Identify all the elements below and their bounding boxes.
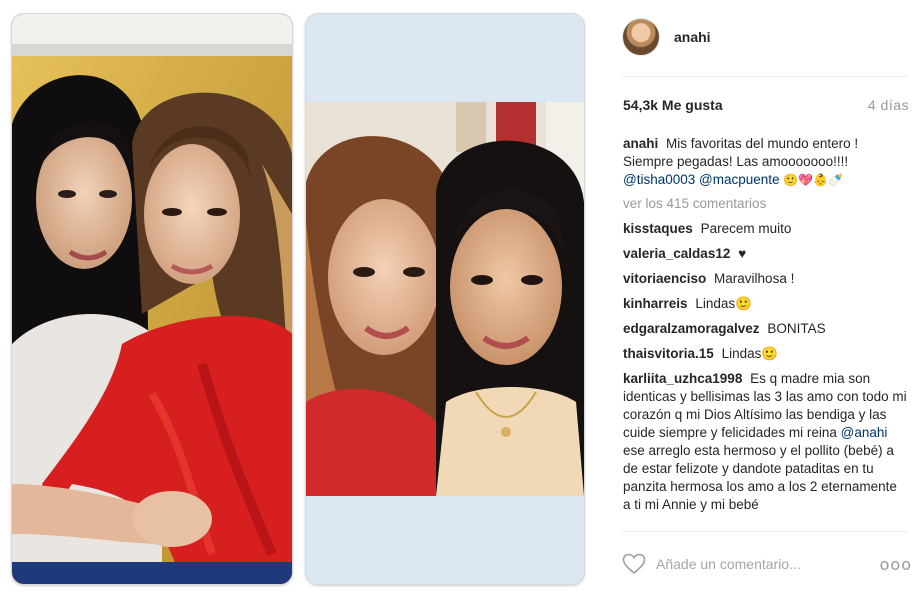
caption: anahi Mis favoritas del mundo entero ! S… bbox=[623, 135, 908, 189]
author-username[interactable]: anahi bbox=[674, 29, 711, 45]
avatar[interactable] bbox=[622, 18, 660, 56]
comment-text: BONITAS bbox=[767, 321, 826, 336]
caption-mention-2[interactable]: @macpuente bbox=[699, 172, 780, 187]
comment-text: Lindas🙂 bbox=[721, 346, 779, 361]
caption-emoji: 🙂💖👶🍼 bbox=[783, 173, 844, 187]
comment-text-continued: ese arreglo esta hermoso y el pollito (b… bbox=[623, 443, 897, 512]
caption-text: Mis favoritas del mundo entero ! Siempre… bbox=[623, 136, 859, 169]
comment-username[interactable]: kisstaques bbox=[623, 221, 693, 236]
post-stats: 54,3k Me gusta 4 días bbox=[623, 97, 909, 113]
add-comment-bar: ooo bbox=[622, 548, 912, 580]
comment-item: kinharreis Lindas🙂 bbox=[623, 295, 908, 313]
comment-text: Parecem muito bbox=[700, 221, 792, 236]
post-header: anahi bbox=[622, 18, 908, 56]
comment-username[interactable]: thaisvitoria.15 bbox=[623, 346, 714, 361]
comment-item: thaisvitoria.15 Lindas🙂 bbox=[623, 345, 908, 363]
footer-divider bbox=[622, 531, 908, 532]
comments-list: anahi Mis favoritas del mundo entero ! S… bbox=[623, 135, 908, 514]
comment-item: valeria_caldas12 ♥ bbox=[623, 245, 908, 263]
comment-text: ♥ bbox=[738, 246, 747, 261]
comment-username[interactable]: kinharreis bbox=[623, 296, 688, 311]
comment-mention[interactable]: @anahi bbox=[841, 425, 888, 440]
likes-count[interactable]: 54,3k Me gusta bbox=[623, 97, 723, 113]
heart-outline-icon[interactable] bbox=[622, 553, 646, 575]
comment-username[interactable]: vitoriaenciso bbox=[623, 271, 706, 286]
comment-item-long: karliita_uzhca1998 Es q madre mia son id… bbox=[623, 370, 908, 514]
post-media[interactable] bbox=[0, 0, 600, 598]
post-panel: anahi 54,3k Me gusta 4 días anahi Mis fa… bbox=[600, 0, 916, 598]
comment-text: Maravilhosa ! bbox=[714, 271, 795, 286]
comment-input[interactable] bbox=[656, 556, 866, 572]
photo-left-image bbox=[12, 14, 292, 584]
post-age[interactable]: 4 días bbox=[868, 97, 909, 113]
header-divider bbox=[622, 76, 908, 77]
comment-item: kisstaques Parecem muito bbox=[623, 220, 908, 238]
photo-left bbox=[12, 14, 292, 584]
photo-right-image bbox=[306, 102, 584, 496]
caption-username[interactable]: anahi bbox=[623, 136, 658, 151]
comment-item: edgaralzamoragalvez BONITAS bbox=[623, 320, 908, 338]
photo-right bbox=[306, 14, 584, 584]
comment-item: vitoriaenciso Maravilhosa ! bbox=[623, 270, 908, 288]
comment-username[interactable]: valeria_caldas12 bbox=[623, 246, 730, 261]
load-more-comments[interactable]: ver los 415 comentarios bbox=[623, 195, 908, 213]
comment-username[interactable]: karliita_uzhca1998 bbox=[623, 371, 742, 386]
caption-mention-1[interactable]: @tisha0003 bbox=[623, 172, 695, 187]
more-options-icon[interactable]: ooo bbox=[880, 555, 912, 574]
comment-text: Lindas🙂 bbox=[695, 296, 752, 311]
comment-username[interactable]: edgaralzamoragalvez bbox=[623, 321, 760, 336]
